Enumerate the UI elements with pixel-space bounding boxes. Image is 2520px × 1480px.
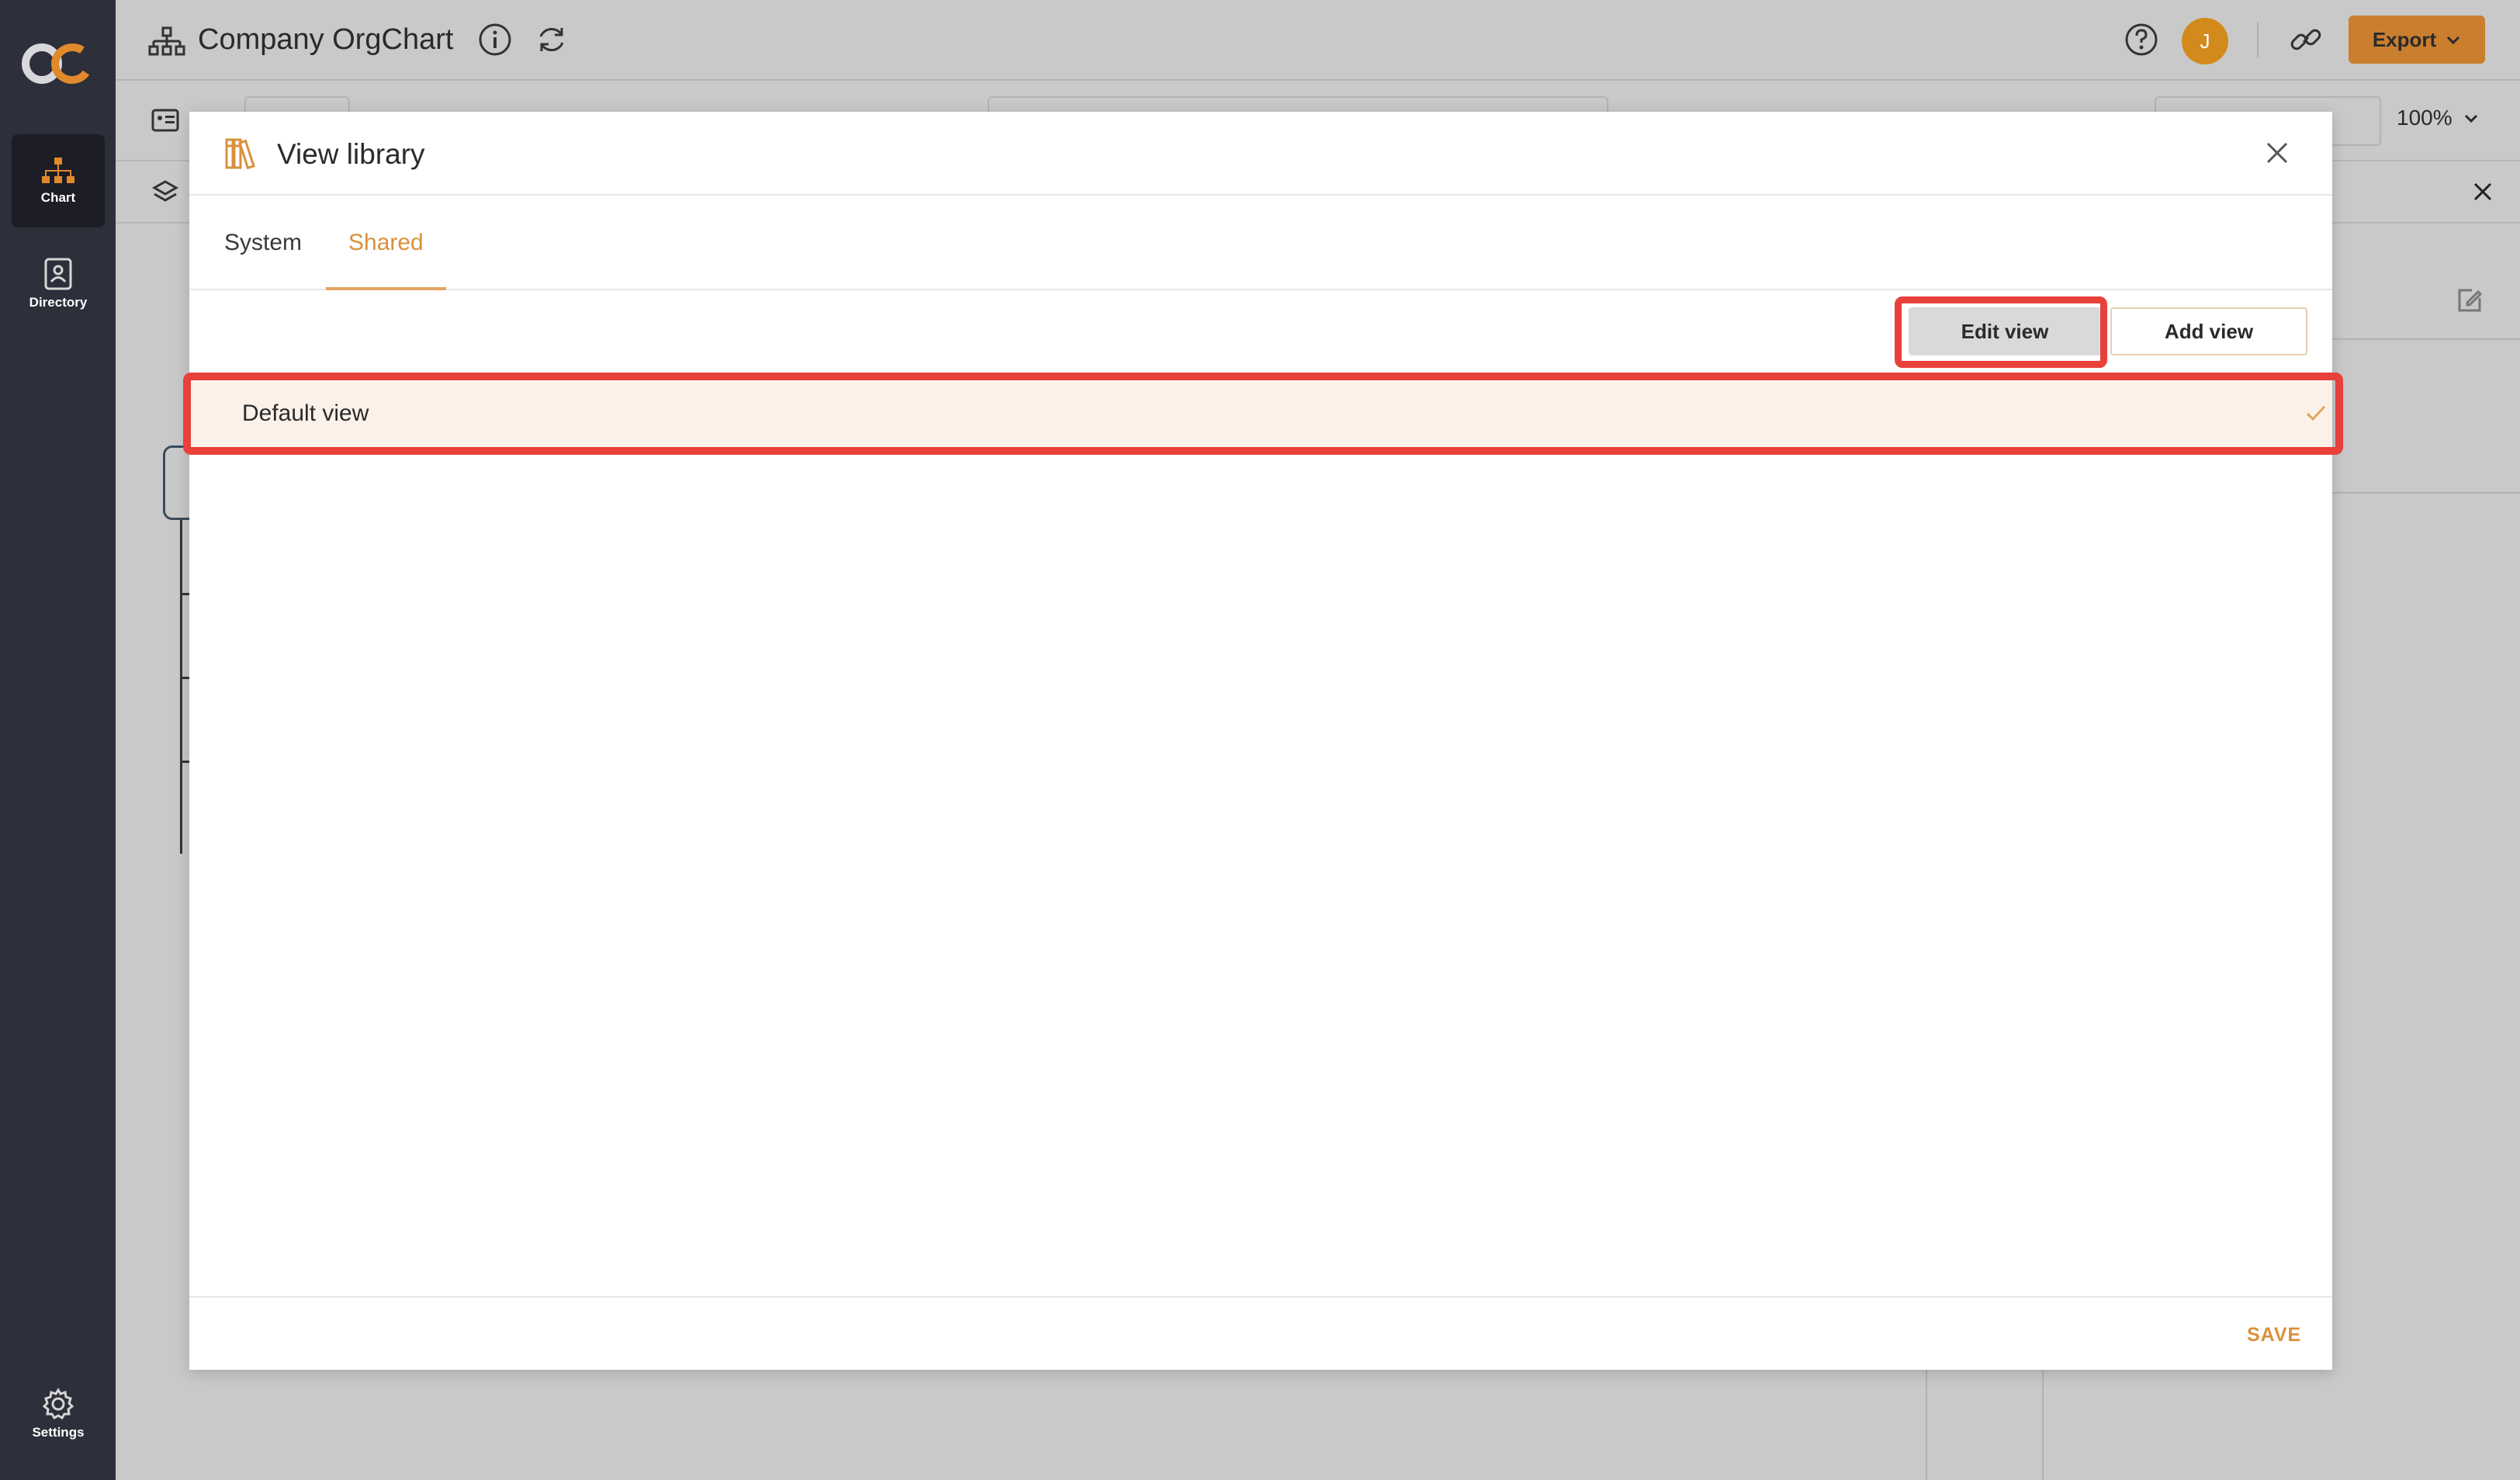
card-icon[interactable]	[151, 109, 179, 132]
help-icon[interactable]	[2124, 22, 2159, 57]
contact-book-icon	[44, 258, 72, 290]
nav-item-label: Chart	[40, 190, 76, 205]
zoom-level: 100%	[2397, 106, 2452, 130]
nav-item-directory[interactable]: Directory	[12, 237, 105, 331]
view-library-tabs: System Shared	[189, 196, 2332, 290]
dialog-footer: SAVE	[189, 1296, 2332, 1370]
zoom-control[interactable]: 100%	[2397, 106, 2479, 130]
header-divider	[2257, 22, 2259, 57]
dialog-title: View library	[277, 138, 425, 170]
tab-shared[interactable]: Shared	[348, 230, 424, 282]
gear-icon	[42, 1388, 74, 1420]
export-label: Export	[2372, 27, 2437, 51]
refresh-icon[interactable]	[534, 22, 569, 57]
nav-item-settings[interactable]: Settings	[12, 1367, 105, 1461]
library-books-icon	[225, 138, 255, 170]
share-link-icon[interactable]	[2288, 22, 2324, 57]
view-library-dialog: View library System Shared Edit view Add…	[183, 112, 2343, 1370]
edit-icon[interactable]	[2455, 286, 2484, 315]
user-avatar[interactable]: J	[2182, 18, 2228, 64]
selected-view-highlight	[183, 373, 2343, 455]
edit-view-highlight	[1895, 296, 2107, 368]
chevron-down-icon	[2447, 36, 2460, 45]
close-icon[interactable]	[2262, 138, 2292, 168]
canvas-divider	[2042, 1366, 2044, 1480]
nav-item-label: Directory	[29, 295, 88, 310]
orgchart-logo	[22, 39, 97, 92]
app-title: Company OrgChart	[198, 23, 454, 56]
nav-item-label: Settings	[32, 1425, 85, 1440]
save-button[interactable]: SAVE	[2247, 1324, 2301, 1347]
left-nav-rail: Chart Directory Settings	[0, 0, 116, 1480]
layers-icon[interactable]	[151, 179, 179, 206]
tab-system[interactable]: System	[224, 230, 302, 282]
app-header: Company OrgChart J Export	[116, 0, 2520, 81]
export-button[interactable]: Export	[2349, 16, 2485, 64]
add-view-button[interactable]: Add view	[2110, 307, 2307, 355]
active-tab-indicator	[326, 287, 446, 290]
chevron-down-icon	[2464, 114, 2477, 123]
dialog-header: View library	[189, 112, 2332, 196]
org-structure-icon	[148, 26, 185, 56]
org-chart-icon	[42, 158, 74, 183]
close-panel-icon[interactable]	[2471, 180, 2494, 203]
canvas-divider	[1926, 1366, 1927, 1480]
info-icon[interactable]	[477, 22, 513, 57]
nav-item-chart[interactable]: Chart	[12, 134, 105, 227]
chart-connector	[180, 520, 182, 854]
